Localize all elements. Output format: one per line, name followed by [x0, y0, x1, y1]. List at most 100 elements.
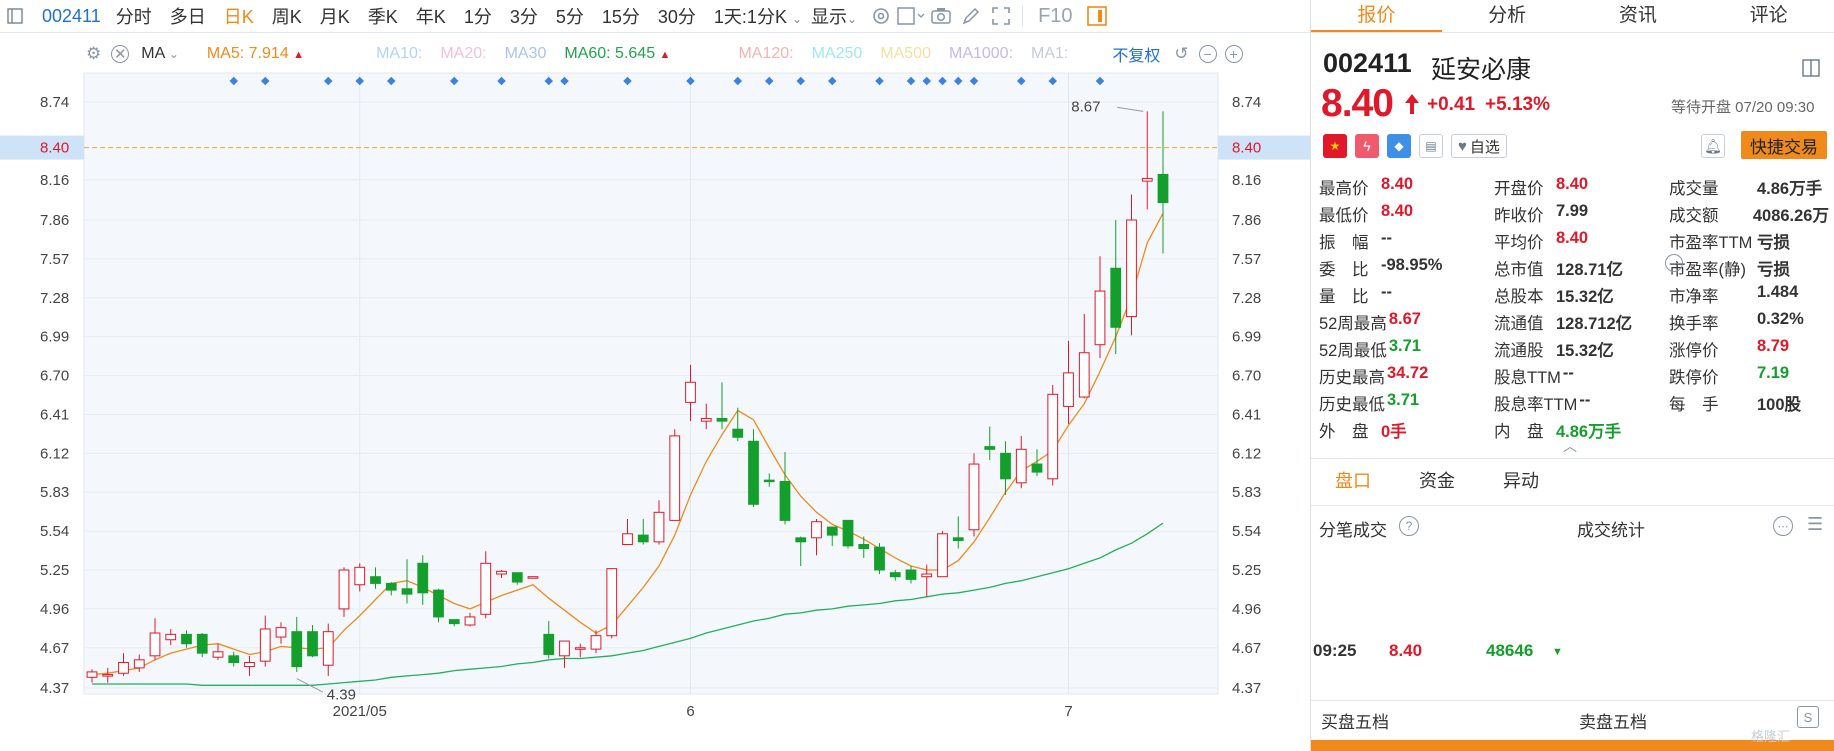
- candle-body[interactable]: [826, 526, 838, 536]
- tag-icon[interactable]: ◆: [1387, 134, 1411, 158]
- candle-body[interactable]: [433, 589, 444, 618]
- bell-icon[interactable]: 🔔︎: [1701, 134, 1725, 158]
- candle-body[interactable]: [228, 655, 240, 664]
- period-tab-3[interactable]: 周K: [263, 3, 311, 29]
- candle-body[interactable]: [291, 631, 303, 668]
- candle-body[interactable]: [905, 569, 917, 580]
- quote-tab-3[interactable]: 评论: [1703, 0, 1834, 32]
- stock-code[interactable]: 002411: [30, 6, 107, 27]
- candle-body[interactable]: [842, 519, 854, 547]
- candle-body[interactable]: [669, 435, 681, 521]
- quote-tab-1[interactable]: 分析: [1442, 0, 1573, 32]
- candle-body[interactable]: [1063, 372, 1074, 407]
- candle-body[interactable]: [763, 479, 775, 483]
- candle-body[interactable]: [795, 537, 807, 543]
- candle-body[interactable]: [448, 619, 460, 625]
- candle-body[interactable]: [590, 635, 602, 650]
- quote-tab-2[interactable]: 资讯: [1573, 0, 1704, 32]
- period-tab-0[interactable]: 分时: [107, 3, 161, 29]
- candle-body[interactable]: [1015, 448, 1027, 484]
- candle-body[interactable]: [700, 417, 712, 422]
- period-tab-11[interactable]: 30分: [649, 3, 705, 29]
- candle-body[interactable]: [543, 633, 555, 655]
- settings-icon[interactable]: ⚙: [86, 44, 101, 64]
- period-tab-9[interactable]: 5分: [547, 3, 593, 29]
- candle-body[interactable]: [370, 576, 381, 584]
- candle-body[interactable]: [511, 572, 523, 583]
- candle-body[interactable]: [1000, 452, 1011, 480]
- period-tab-4[interactable]: 月K: [311, 3, 359, 29]
- candle-body[interactable]: [401, 588, 413, 595]
- more-icon[interactable]: ⋯: [1773, 516, 1793, 536]
- candle-body[interactable]: [1047, 393, 1059, 480]
- lightning-icon[interactable]: ϟ: [1355, 134, 1379, 158]
- period-dropdown[interactable]: 1天:1分K ⌄: [705, 3, 811, 29]
- period-tab-10[interactable]: 15分: [593, 3, 649, 29]
- draw-pen-icon[interactable]: [956, 0, 986, 33]
- candle-body[interactable]: [259, 628, 271, 662]
- candle-body[interactable]: [637, 534, 649, 543]
- candle-body[interactable]: [385, 582, 397, 591]
- candle-body[interactable]: [606, 568, 618, 637]
- sub-tab-0[interactable]: 盘口: [1311, 460, 1395, 504]
- f10-button[interactable]: F10: [1029, 5, 1081, 28]
- candle-body[interactable]: [716, 417, 728, 422]
- sub-tab-1[interactable]: 资金: [1395, 460, 1479, 504]
- candle-body[interactable]: [685, 381, 696, 403]
- candle-body[interactable]: [464, 616, 476, 626]
- candle-body[interactable]: [984, 446, 996, 450]
- candle-body[interactable]: [559, 640, 570, 657]
- candle-body[interactable]: [338, 569, 350, 610]
- sub-tab-2[interactable]: 异动: [1479, 460, 1563, 504]
- candle-body[interactable]: [921, 573, 933, 578]
- fullscreen-icon[interactable]: [986, 0, 1016, 33]
- candle-body[interactable]: [574, 647, 586, 650]
- zoom-in-icon[interactable]: +: [1224, 44, 1243, 63]
- candle-body[interactable]: [937, 533, 948, 578]
- candle-body[interactable]: [968, 463, 980, 531]
- candle-body[interactable]: [307, 631, 318, 657]
- period-tab-1[interactable]: 多日: [161, 3, 215, 29]
- quote-tab-0[interactable]: 报价: [1311, 0, 1442, 32]
- candle-body[interactable]: [480, 562, 492, 615]
- candle-body[interactable]: [1110, 267, 1122, 328]
- side-panel-icon[interactable]: [1082, 0, 1112, 33]
- close-icon[interactable]: ✕: [111, 44, 130, 63]
- candle-body[interactable]: [196, 633, 208, 654]
- candle-body[interactable]: [1031, 463, 1043, 473]
- candle-body[interactable]: [86, 671, 98, 678]
- period-tab-7[interactable]: 1分: [455, 3, 501, 29]
- period-tab-6[interactable]: 年K: [407, 3, 455, 29]
- layout-icon[interactable]: [896, 0, 926, 33]
- candle-body[interactable]: [354, 566, 366, 586]
- bookmark-icon[interactable]: ▤: [1419, 134, 1443, 158]
- candle-body[interactable]: [181, 633, 192, 645]
- settings-icon[interactable]: [866, 0, 896, 33]
- candle-body[interactable]: [732, 428, 744, 438]
- candle-body[interactable]: [811, 521, 822, 539]
- candle-body[interactable]: [417, 562, 429, 594]
- candle-body[interactable]: [133, 659, 145, 669]
- candle-body[interactable]: [275, 627, 287, 638]
- candle-body[interactable]: [889, 572, 901, 578]
- candle-body[interactable]: [496, 570, 507, 575]
- candle-body[interactable]: [779, 480, 791, 521]
- candle-body[interactable]: [527, 576, 539, 579]
- candle-body[interactable]: [748, 440, 759, 505]
- china-flag-icon[interactable]: ★: [1323, 134, 1347, 158]
- candle-body[interactable]: [1078, 352, 1090, 398]
- help-icon[interactable]: ⋯: [1665, 254, 1683, 272]
- period-tab-5[interactable]: 季K: [359, 3, 407, 29]
- panel-toggle-icon[interactable]: [1801, 58, 1821, 81]
- candle-body[interactable]: [622, 533, 633, 546]
- candle-body[interactable]: [858, 544, 870, 550]
- candle-body[interactable]: [1157, 173, 1169, 204]
- candle-body[interactable]: [653, 511, 665, 543]
- adjust-toggle[interactable]: 不复权: [1112, 42, 1160, 66]
- candle-body[interactable]: [1094, 290, 1106, 346]
- period-tab-2[interactable]: 日K: [215, 3, 263, 29]
- candle-body[interactable]: [149, 632, 161, 657]
- candle-body[interactable]: [165, 633, 177, 641]
- period-tab-8[interactable]: 3分: [501, 3, 547, 29]
- candle-body[interactable]: [1141, 177, 1153, 182]
